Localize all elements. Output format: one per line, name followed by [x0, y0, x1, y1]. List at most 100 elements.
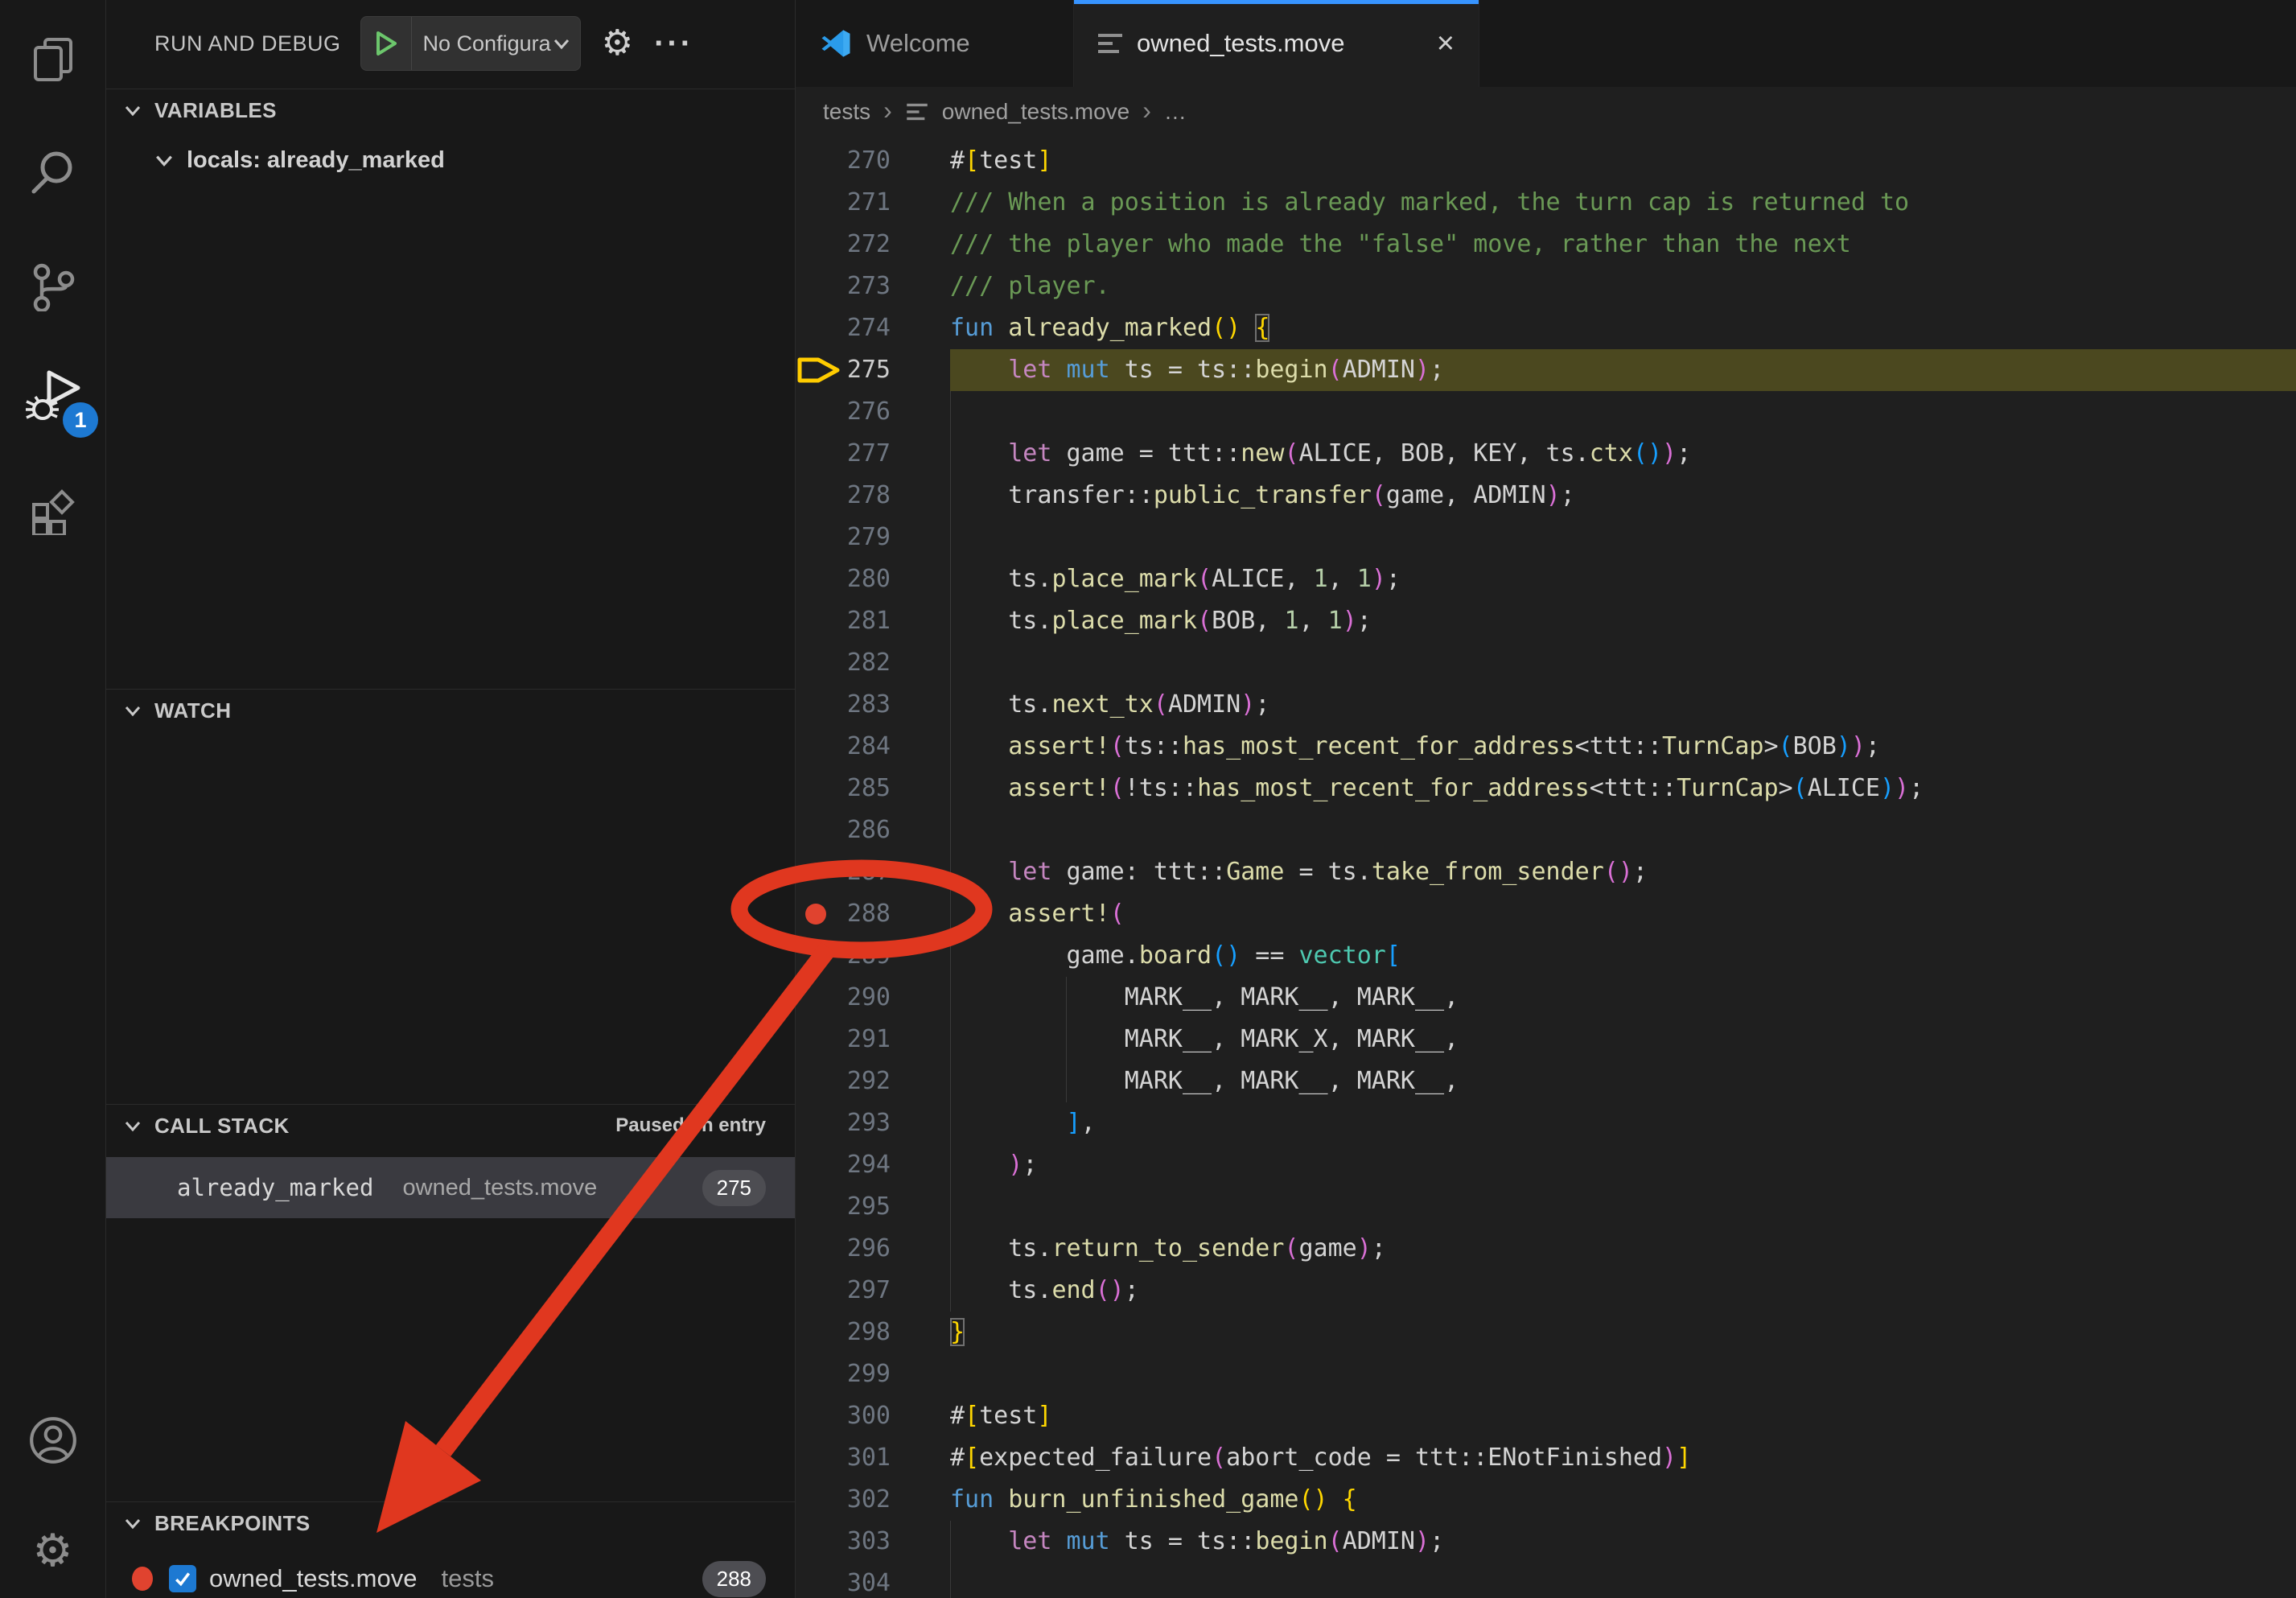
- gutter-line-277[interactable]: 277: [796, 433, 950, 475]
- gutter-line-293[interactable]: 293: [796, 1102, 950, 1144]
- code-line-271: 271/// When a position is already marked…: [796, 182, 2296, 224]
- tab-owned-tests-move[interactable]: owned_tests.move ×: [1074, 0, 1479, 87]
- watch-section-header[interactable]: WATCH: [106, 689, 795, 731]
- code-line-text[interactable]: /// the player who made the "false" move…: [950, 224, 2296, 266]
- code-line-text[interactable]: ts.place_mark(ALICE, 1, 1);: [950, 558, 2296, 600]
- code-line-text[interactable]: transfer::public_transfer(game, ADMIN);: [950, 475, 2296, 517]
- gutter-line-298[interactable]: 298: [796, 1312, 950, 1353]
- code-line-text[interactable]: assert!(ts::has_most_recent_for_address<…: [950, 726, 2296, 768]
- debug-settings-gear-icon[interactable]: ⚙: [602, 26, 633, 61]
- gutter-line-285[interactable]: 285: [796, 768, 950, 809]
- code-line-text[interactable]: ts.return_to_sender(game);: [950, 1228, 2296, 1270]
- search-icon[interactable]: [0, 129, 105, 217]
- code-line-text[interactable]: #[expected_failure(abort_code = ttt::ENo…: [950, 1437, 2296, 1479]
- breakpoint-dot[interactable]: [805, 904, 826, 925]
- code-line-text[interactable]: let game = ttt::new(ALICE, BOB, KEY, ts.…: [950, 433, 2296, 475]
- gutter-line-299[interactable]: 299: [796, 1353, 950, 1395]
- gutter-line-291[interactable]: 291: [796, 1019, 950, 1061]
- code-line-text[interactable]: #[test]: [950, 140, 2296, 182]
- code-line-text[interactable]: assert!(!ts::has_most_recent_for_address…: [950, 768, 2296, 809]
- gutter-line-303[interactable]: 303: [796, 1521, 950, 1563]
- start-debug-button[interactable]: [361, 17, 412, 70]
- gutter-line-276[interactable]: 276: [796, 391, 950, 433]
- gutter-line-271[interactable]: 271: [796, 182, 950, 224]
- breakpoint-list-item[interactable]: owned_tests.move tests 288: [106, 1556, 795, 1598]
- gutter-line-279[interactable]: 279: [796, 517, 950, 558]
- code-line-text[interactable]: ts.next_tx(ADMIN);: [950, 684, 2296, 726]
- tab-welcome[interactable]: Welcome: [796, 0, 1074, 87]
- close-icon[interactable]: ×: [1437, 28, 1455, 59]
- config-dropdown[interactable]: No Configura: [412, 31, 553, 56]
- source-control-icon[interactable]: [0, 241, 105, 330]
- gutter-line-275[interactable]: 275: [796, 349, 950, 391]
- code-line-text[interactable]: ts.place_mark(BOB, 1, 1);: [950, 600, 2296, 642]
- code-line-text[interactable]: let mut ts = ts::begin(ADMIN);: [950, 1521, 2296, 1563]
- code-line-text[interactable]: fun burn_unfinished_game() {: [950, 1479, 2296, 1521]
- call-stack-frame-row[interactable]: already_marked owned_tests.move 275: [106, 1157, 795, 1218]
- gutter-line-287[interactable]: 287: [796, 851, 950, 893]
- gutter-line-296[interactable]: 296: [796, 1228, 950, 1270]
- code-line-text[interactable]: [950, 1186, 2296, 1228]
- gutter-line-278[interactable]: 278: [796, 475, 950, 517]
- gutter-line-284[interactable]: 284: [796, 726, 950, 768]
- code-line-text[interactable]: /// When a position is already marked, t…: [950, 182, 2296, 224]
- account-icon[interactable]: [0, 1396, 105, 1485]
- call-stack-section-header[interactable]: CALL STACK Paused on entry: [106, 1104, 795, 1147]
- code-line-text[interactable]: );: [950, 1144, 2296, 1186]
- breadcrumb-file[interactable]: owned_tests.move: [942, 99, 1129, 125]
- gutter-line-290[interactable]: 290: [796, 977, 950, 1019]
- breadcrumb-folder[interactable]: tests: [823, 99, 870, 125]
- gutter-line-270[interactable]: 270: [796, 140, 950, 182]
- code-line-text[interactable]: let game: ttt::Game = ts.take_from_sende…: [950, 851, 2296, 893]
- code-line-text[interactable]: }: [950, 1312, 2296, 1353]
- code-line-text[interactable]: [950, 1353, 2296, 1395]
- gutter-line-272[interactable]: 272: [796, 224, 950, 266]
- code-line-text[interactable]: [950, 391, 2296, 433]
- gutter-line-302[interactable]: 302: [796, 1479, 950, 1521]
- code-line-text[interactable]: ],: [950, 1102, 2296, 1144]
- code-line-text[interactable]: [950, 642, 2296, 684]
- gutter-line-294[interactable]: 294: [796, 1144, 950, 1186]
- code-line-text[interactable]: [950, 517, 2296, 558]
- gutter-line-273[interactable]: 273: [796, 266, 950, 307]
- gutter-line-280[interactable]: 280: [796, 558, 950, 600]
- gutter-line-289[interactable]: 289: [796, 935, 950, 977]
- gutter-line-288[interactable]: 288: [796, 893, 950, 935]
- code-line-text[interactable]: assert!(: [950, 893, 2296, 935]
- code-line-text[interactable]: MARK__, MARK__, MARK__,: [950, 977, 2296, 1019]
- code-line-text[interactable]: let mut ts = ts::begin(ADMIN);: [950, 349, 2296, 391]
- gutter-line-281[interactable]: 281: [796, 600, 950, 642]
- variables-section-header[interactable]: VARIABLES: [106, 89, 795, 131]
- breakpoint-checkbox[interactable]: [169, 1565, 196, 1592]
- gutter-line-283[interactable]: 283: [796, 684, 950, 726]
- code-line-text[interactable]: fun already_marked() {: [950, 307, 2296, 349]
- code-line-text[interactable]: MARK__, MARK_X, MARK__,: [950, 1019, 2296, 1061]
- code-line-text[interactable]: /// player.: [950, 266, 2296, 307]
- code-line-text[interactable]: game.board() == vector[: [950, 935, 2296, 977]
- gutter-line-295[interactable]: 295: [796, 1186, 950, 1228]
- extensions-icon[interactable]: [0, 465, 105, 554]
- code-line-text[interactable]: [950, 1563, 2296, 1598]
- code-line-text[interactable]: MARK__, MARK__, MARK__,: [950, 1061, 2296, 1102]
- gutter-line-286[interactable]: 286: [796, 809, 950, 851]
- gutter-line-274[interactable]: 274: [796, 307, 950, 349]
- run-and-debug-icon[interactable]: 1: [0, 351, 105, 439]
- gutter-line-301[interactable]: 301: [796, 1437, 950, 1479]
- code-line-text[interactable]: #[test]: [950, 1395, 2296, 1437]
- gutter-line-282[interactable]: 282: [796, 642, 950, 684]
- code-line-text[interactable]: ts.end();: [950, 1270, 2296, 1312]
- gutter-line-292[interactable]: 292: [796, 1061, 950, 1102]
- settings-gear-icon[interactable]: ⚙: [0, 1506, 105, 1595]
- editor-group: Welcome owned_tests.move × tests › owned…: [796, 0, 2296, 1598]
- code-editor[interactable]: 270#[test]271/// When a position is alre…: [796, 137, 2296, 1598]
- code-line-text[interactable]: [950, 809, 2296, 851]
- gutter-line-297[interactable]: 297: [796, 1270, 950, 1312]
- gutter-line-300[interactable]: 300: [796, 1395, 950, 1437]
- explorer-icon[interactable]: [0, 14, 105, 103]
- breakpoints-section-header[interactable]: BREAKPOINTS: [106, 1501, 795, 1544]
- gutter-line-304[interactable]: 304: [796, 1563, 950, 1598]
- breadcrumb-symbol[interactable]: …: [1164, 99, 1187, 125]
- variables-scope-row[interactable]: locals: already_marked: [106, 138, 795, 182]
- chevron-down-icon[interactable]: [553, 37, 580, 50]
- more-actions-icon[interactable]: ···: [654, 26, 693, 62]
